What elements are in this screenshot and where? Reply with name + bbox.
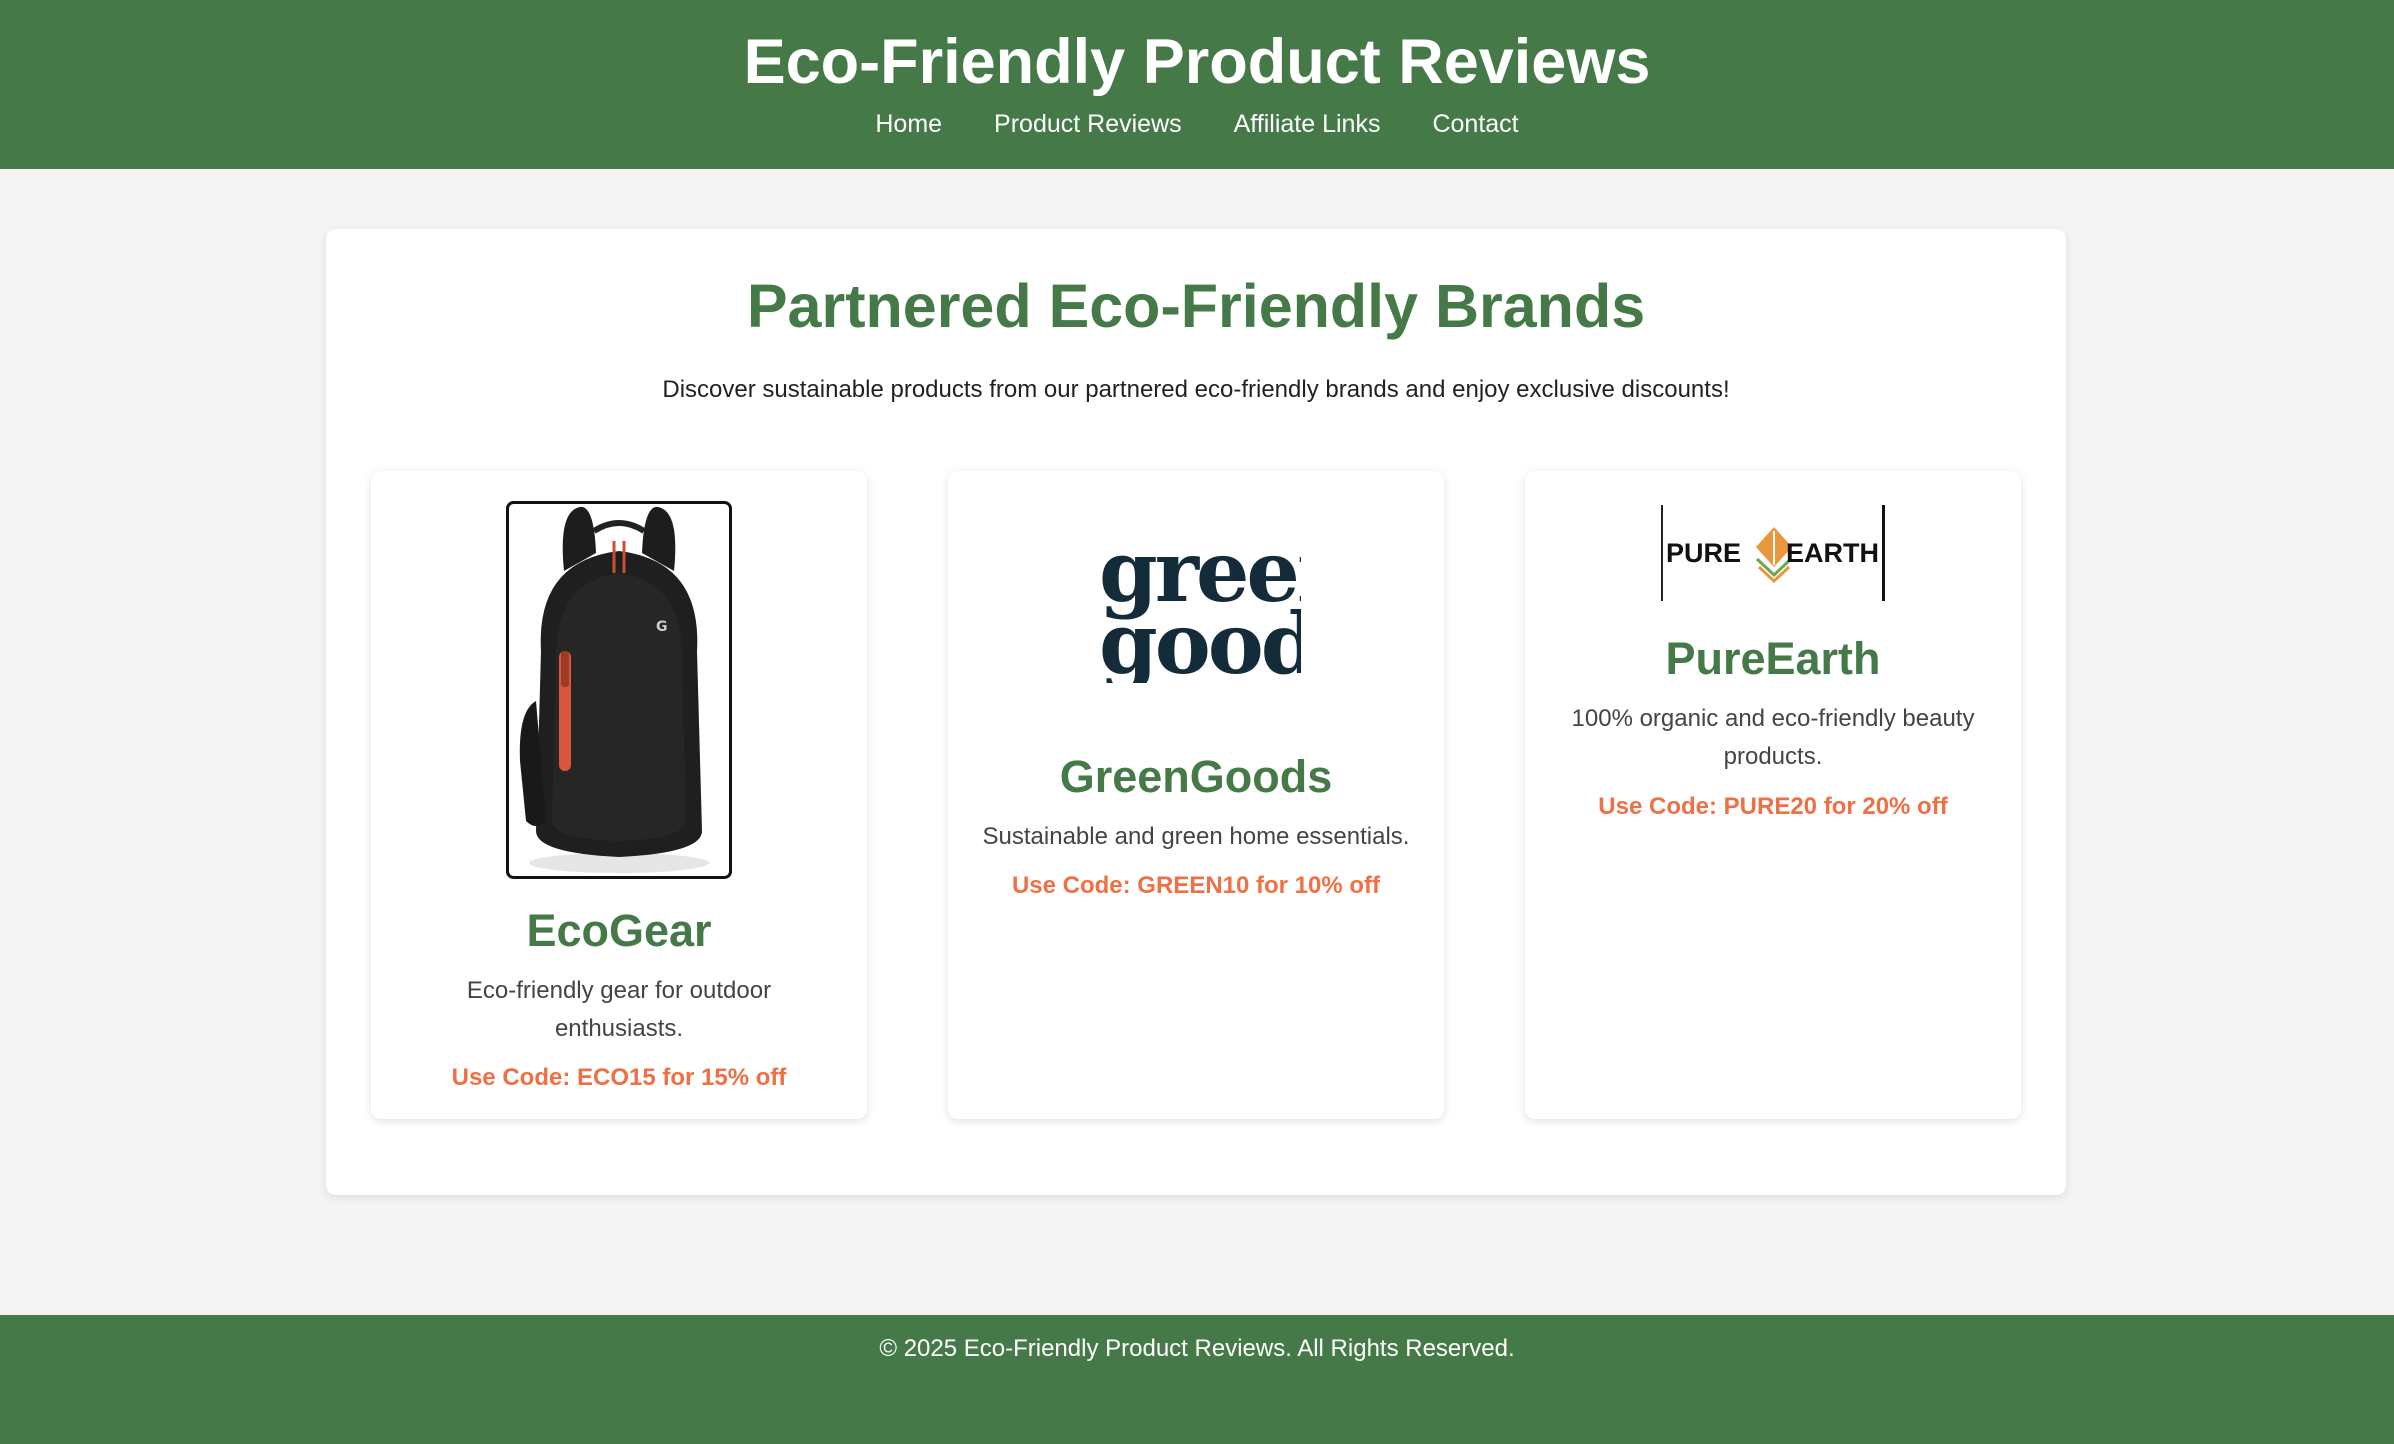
- page: Eco-Friendly Product Reviews Home Produc…: [0, 0, 2394, 1444]
- greengoods-logo: green goods: [1099, 523, 1301, 683]
- greengoods-media: green goods: [948, 523, 1444, 683]
- pureearth-logo-word-left: PURE: [1666, 538, 1742, 568]
- svg-text:G: G: [656, 619, 668, 635]
- pureearth-logo: PURE EARTH: [1661, 505, 1885, 601]
- nav-link-contact[interactable]: Contact: [1432, 106, 1518, 142]
- pureearth-media: PURE EARTH: [1525, 505, 2021, 601]
- site-title: Eco-Friendly Product Reviews: [743, 27, 1651, 97]
- site-footer: © 2025 Eco-Friendly Product Reviews. All…: [0, 1315, 2394, 1444]
- brand-card-greengoods: green goods GreenGoods Sustainable and g…: [948, 471, 1444, 1119]
- site-header: Eco-Friendly Product Reviews Home Produc…: [0, 0, 2394, 169]
- brand-description: Eco-friendly gear for outdoor enthusiast…: [466, 977, 772, 1042]
- brand-card-pureearth: PURE EARTH PureEarth 100% organic and ec…: [1525, 471, 2021, 1119]
- brand-card-ecogear: G EcoGear Eco-friendly gear for outdoor …: [371, 471, 867, 1119]
- brands-panel: Partnered Eco-Friendly Brands Discover s…: [326, 229, 2066, 1195]
- backpack-image: G: [506, 501, 732, 879]
- nav-link-product-reviews[interactable]: Product Reviews: [994, 106, 1182, 142]
- footer-copyright: © 2025 Eco-Friendly Product Reviews. All…: [879, 1335, 1515, 1362]
- nav-link-affiliate-links[interactable]: Affiliate Links: [1234, 106, 1381, 142]
- discount-code: Use Code: PURE20 for 20% off: [1598, 793, 1948, 820]
- nav-link-home[interactable]: Home: [875, 106, 942, 142]
- brand-description: Sustainable and green home essentials.: [982, 823, 1410, 850]
- ecogear-media: G: [371, 501, 867, 879]
- discount-code: Use Code: ECO15 for 15% off: [451, 1064, 787, 1091]
- pureearth-logo-word-right: EARTH: [1786, 538, 1879, 568]
- svg-text:goods: goods: [1099, 594, 1301, 683]
- discount-code: Use Code: GREEN10 for 10% off: [1011, 872, 1381, 899]
- panel-intro: Discover sustainable products from our p…: [662, 376, 1730, 403]
- main-nav: Home Product Reviews Affiliate Links Con…: [0, 106, 2394, 142]
- panel-title: Partnered Eco-Friendly Brands: [746, 272, 1646, 340]
- brand-name: EcoGear: [526, 905, 712, 956]
- brand-name: GreenGoods: [1059, 751, 1333, 802]
- brand-name: PureEarth: [1665, 633, 1881, 684]
- brand-description: 100% organic and eco-friendly beauty pro…: [1571, 705, 1975, 770]
